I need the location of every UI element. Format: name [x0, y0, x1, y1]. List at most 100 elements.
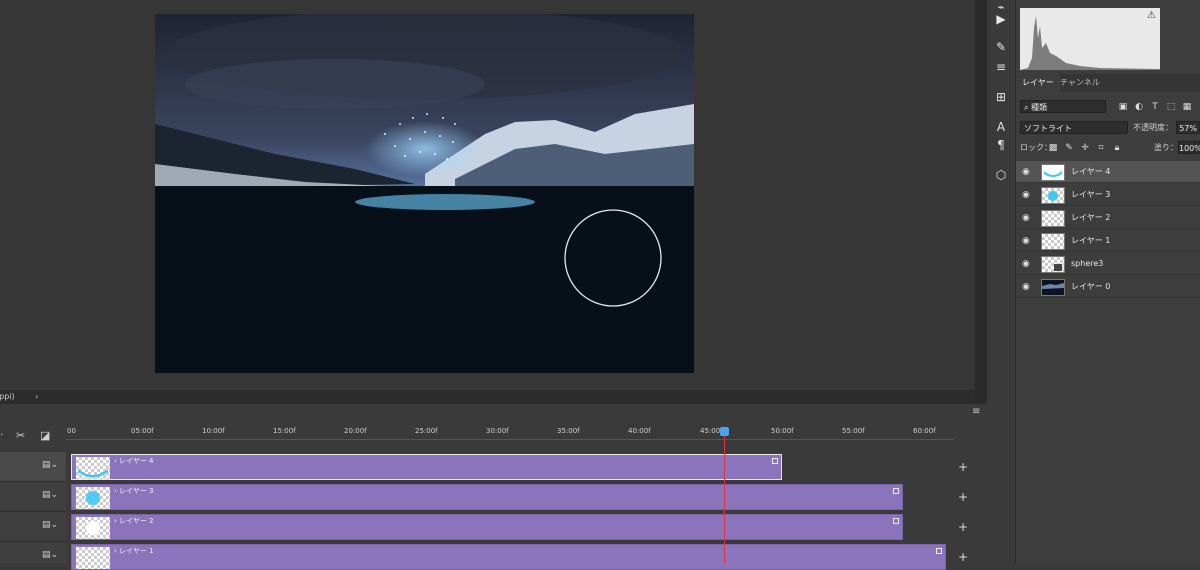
plus-icon[interactable]: + — [956, 460, 970, 474]
ruler-tick: 60:00f — [913, 427, 936, 435]
film-icon[interactable]: ▤⌄ — [42, 460, 58, 470]
layer-row[interactable]: ◉ レイヤー 0 — [1016, 276, 1200, 298]
lock-position-icon[interactable]: ✛ — [1080, 143, 1090, 153]
clip-label: › レイヤー 4 — [114, 457, 154, 465]
track-headers: ▤⌄ ▤⌄ ▤⌄ ▤⌄ — [0, 452, 66, 563]
panel-menu-icon[interactable]: ≡ — [972, 406, 980, 417]
clip-thumbnail — [76, 457, 110, 479]
blend-mode-dropdown[interactable]: ソフトライト — [1020, 121, 1128, 134]
plus-icon[interactable]: + — [956, 520, 970, 534]
type-filter-icon[interactable]: T — [1150, 102, 1160, 112]
layers-tabs: レイヤー チャンネル — [1016, 74, 1200, 92]
status-arrow[interactable]: › — [35, 392, 38, 401]
clip-label: › レイヤー 2 — [114, 517, 154, 525]
eye-icon[interactable]: ◉ — [1022, 190, 1032, 200]
plus-icon[interactable]: + — [956, 550, 970, 564]
track-header[interactable]: ▤⌄ — [0, 452, 66, 482]
fill-input[interactable]: 100% — [1178, 141, 1200, 154]
warning-icon[interactable]: ⚠ — [1147, 10, 1156, 21]
film-icon[interactable]: ▤⌄ — [42, 520, 58, 530]
clip-label: › レイヤー 3 — [114, 487, 154, 495]
3d-icon[interactable]: ⬡ — [993, 168, 1009, 182]
lock-row: ロック： ▩ ✎ ✛ ⌗ 🔒︎ 塗り： 100% — [1016, 140, 1200, 156]
layer-thumbnail — [1041, 187, 1065, 204]
plus-icon[interactable]: + — [956, 490, 970, 504]
clip-end-icon[interactable] — [772, 458, 778, 464]
ruler-tick: 20:00f — [344, 427, 367, 435]
timeline-clip[interactable]: › レイヤー 3 — [71, 484, 903, 510]
search-icon: ⌕ — [1024, 103, 1032, 112]
film-icon[interactable]: ▤⌄ — [42, 550, 58, 560]
status-text: (ppi) — [0, 392, 15, 401]
layer-name: レイヤー 4 — [1071, 167, 1111, 176]
document-canvas[interactable] — [155, 14, 694, 373]
scissors-icon[interactable]: ✂ — [16, 429, 25, 442]
lock-transparent-icon[interactable]: ▩ — [1048, 143, 1058, 153]
panel-icons-column: ⌁ ▶ ✎ ≡ ⊞ A ¶ ⬡ — [987, 0, 1016, 563]
track-header[interactable]: ▤⌄ — [0, 512, 66, 542]
ruler-tick: 55:00f — [842, 427, 865, 435]
playhead-handle[interactable] — [720, 427, 729, 436]
playhead-line — [724, 430, 725, 563]
timeline-clip[interactable]: › レイヤー 1 — [71, 544, 946, 570]
split-icon[interactable]: · — [0, 430, 3, 441]
clip-end-icon[interactable] — [936, 548, 942, 554]
smart-filter-icon[interactable]: ▦ — [1182, 102, 1192, 112]
blend-row: ソフトライト 不透明度： 57% — [1016, 120, 1200, 136]
ruler-tick: 30:00f — [486, 427, 509, 435]
character-icon[interactable]: A — [993, 120, 1009, 134]
eye-icon[interactable]: ◉ — [1022, 167, 1032, 177]
ruler-tick: 10:00f — [202, 427, 225, 435]
timeline-ruler[interactable]: 00 05:00f 10:00f 15:00f 20:00f 25:00f 30… — [66, 424, 954, 452]
adjustment-filter-icon[interactable]: ◐ — [1134, 102, 1144, 112]
tab-channels[interactable]: チャンネル — [1054, 74, 1106, 92]
clone-source-icon[interactable]: ⊞ — [993, 90, 1009, 104]
lock-image-icon[interactable]: ✎ — [1064, 143, 1074, 153]
lock-artboard-icon[interactable]: ⌗ — [1096, 143, 1106, 153]
pixel-filter-icon[interactable]: ▣ — [1118, 102, 1128, 112]
layer-row[interactable]: ◉ レイヤー 1 — [1016, 230, 1200, 252]
layer-row[interactable]: ◉ レイヤー 4 — [1016, 161, 1200, 183]
ruler-tick: 05:00f — [131, 427, 154, 435]
timeline-clip[interactable]: › レイヤー 4 — [71, 454, 782, 480]
paragraph-icon[interactable]: ¶ — [993, 138, 1009, 152]
lock-all-icon[interactable]: 🔒︎ — [1112, 143, 1122, 153]
film-icon[interactable]: ▤⌄ — [42, 490, 58, 500]
layer-thumbnail — [1041, 233, 1065, 250]
eye-icon[interactable]: ◉ — [1022, 236, 1032, 246]
landscape-image — [155, 14, 694, 373]
transition-icon[interactable]: ◪ — [40, 429, 50, 442]
clip-end-icon[interactable] — [893, 488, 899, 494]
filter-kind-dropdown[interactable]: ⌕ 種類 — [1020, 100, 1106, 113]
play-icon[interactable]: ▶ — [993, 12, 1009, 26]
clip-thumbnail — [76, 487, 110, 509]
histogram: ⚠ — [1020, 8, 1160, 70]
clip-thumbnail — [76, 517, 110, 539]
timeline-clip[interactable]: › レイヤー 2 — [71, 514, 903, 540]
clip-end-icon[interactable] — [893, 518, 899, 524]
shape-filter-icon[interactable]: ⬚ — [1166, 102, 1176, 112]
opacity-input[interactable]: 57% — [1176, 121, 1200, 134]
layer-filter-row: ⌕ 種類 ▣ ◐ T ⬚ ▦ — [1016, 97, 1200, 115]
track-header[interactable]: ▤⌄ — [0, 482, 66, 512]
eye-icon[interactable]: ◉ — [1022, 282, 1032, 292]
layer-thumbnail — [1041, 279, 1065, 296]
ruler-tick: 25:00f — [415, 427, 438, 435]
ruler-tick: 15:00f — [273, 427, 296, 435]
layer-name: レイヤー 2 — [1071, 213, 1111, 222]
layer-name: sphere3 — [1071, 259, 1104, 268]
layer-row[interactable]: ◉ レイヤー 3 — [1016, 184, 1200, 206]
brush-settings-icon[interactable]: ✎ — [993, 40, 1009, 54]
layer-row[interactable]: ◉ レイヤー 2 — [1016, 207, 1200, 229]
status-bar: (ppi) › — [0, 390, 975, 404]
layer-name: レイヤー 0 — [1071, 282, 1111, 291]
track-header[interactable]: ▤⌄ — [0, 542, 66, 563]
ruler-tick: 35:00f — [557, 427, 580, 435]
adjustments-icon[interactable]: ≡ — [993, 60, 1009, 74]
ruler-tick: 50:00f — [771, 427, 794, 435]
eye-icon[interactable]: ◉ — [1022, 213, 1032, 223]
layer-name: レイヤー 3 — [1071, 190, 1111, 199]
layer-row[interactable]: ◉ sphere3 — [1016, 253, 1200, 275]
eye-icon[interactable]: ◉ — [1022, 259, 1032, 269]
ruler-tick: 40:00f — [628, 427, 651, 435]
